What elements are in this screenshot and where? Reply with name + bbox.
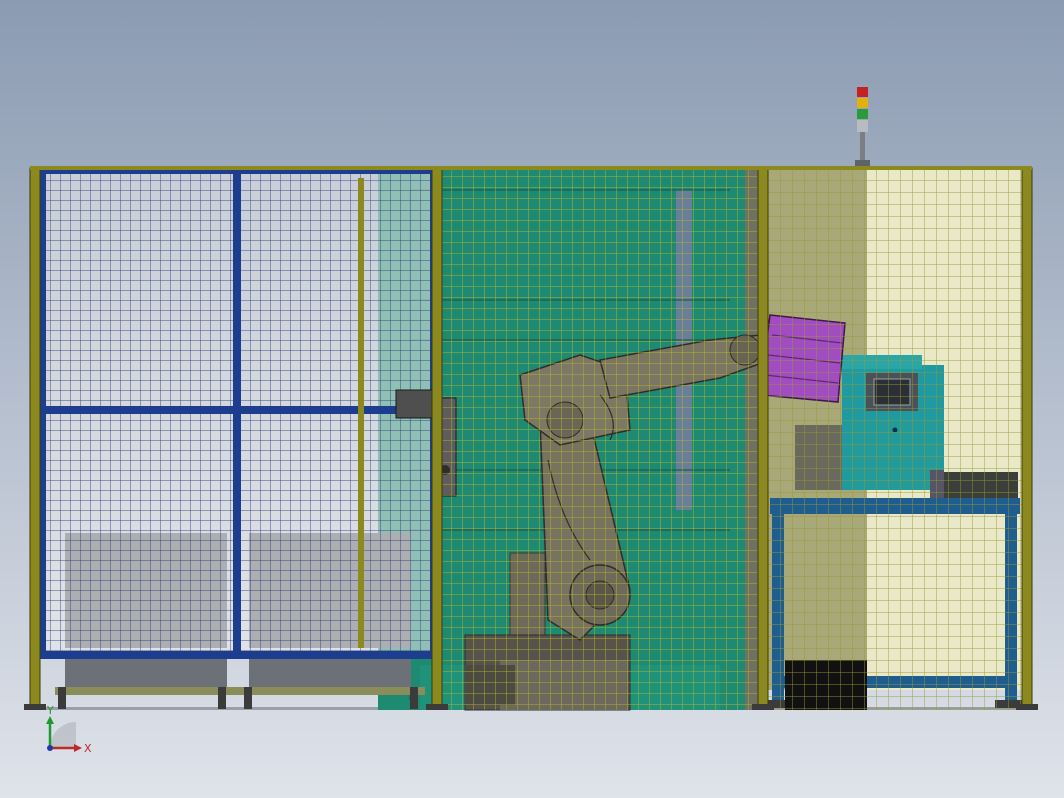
fence-foot-2: [426, 704, 448, 710]
fence-mesh-middle: [438, 170, 768, 710]
storage-bin-foot-4: [410, 687, 418, 709]
storage-bin-foot-1: [58, 687, 66, 709]
fence-post-1: [29, 167, 41, 709]
door-interlock-handle[interactable]: [395, 389, 437, 419]
stack-light-segment-yellow: [857, 98, 868, 108]
storage-bin-tray-left: [65, 657, 227, 687]
storage-bin-tray-right: [249, 657, 411, 687]
triad-x-label: X: [84, 742, 92, 755]
stack-light-segment-green: [857, 109, 868, 119]
safety-door-transom: [42, 406, 434, 414]
stack-light-segment-red: [857, 87, 868, 97]
fence-post-3: [757, 167, 769, 709]
storage-bin-foot-2: [218, 687, 226, 709]
safety-door-inner-post: [358, 178, 364, 648]
safety-door[interactable]: [38, 166, 438, 659]
fence-foot-3: [752, 704, 774, 710]
triad-z-point: [47, 745, 53, 751]
fence-top-rail: [30, 166, 1032, 170]
storage-bin-stand: [55, 687, 425, 695]
fence-foot-4: [1016, 704, 1038, 710]
stack-light-pole: [860, 132, 865, 162]
stack-light-segment-white: [857, 120, 868, 132]
fence-post-4: [1021, 167, 1033, 709]
fence-foot-1: [24, 704, 46, 710]
triad-y-label: Y: [46, 704, 54, 717]
fence-mesh-right: [768, 170, 1030, 710]
storage-bin-foot-3: [244, 687, 252, 709]
cad-viewport[interactable]: Y X: [0, 0, 1064, 798]
fence-post-2: [431, 167, 443, 709]
